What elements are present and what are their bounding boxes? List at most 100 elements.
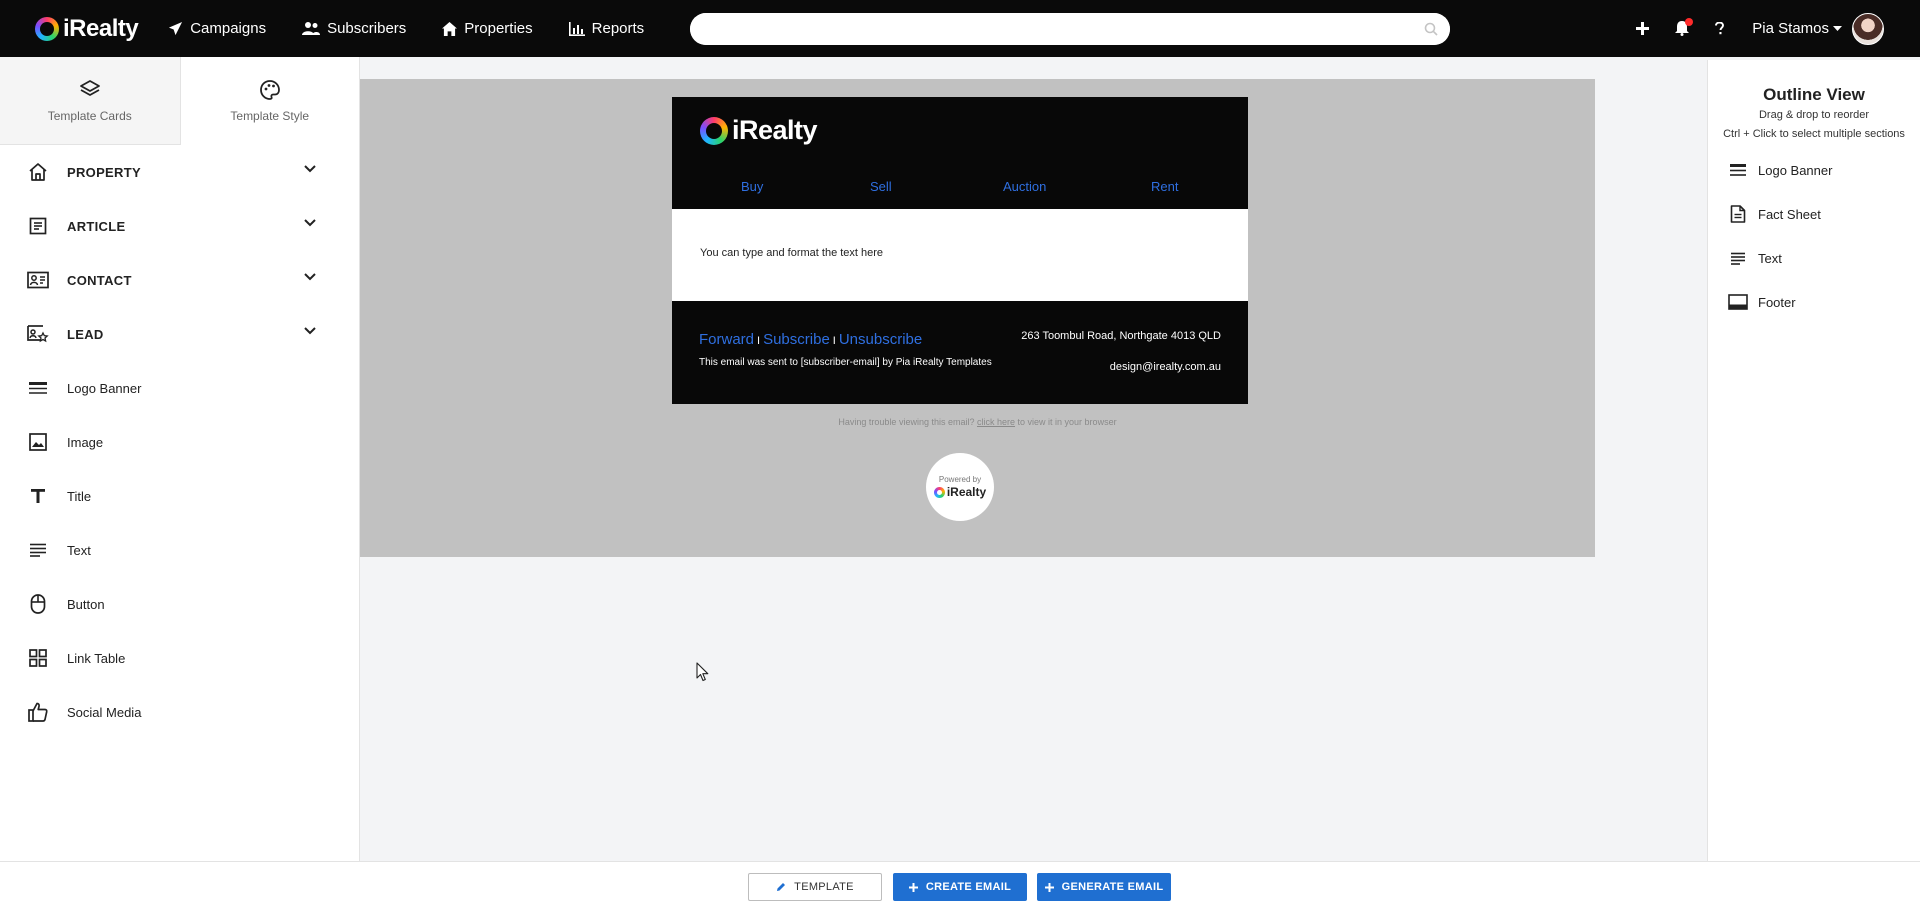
- create-email-button[interactable]: CREATE EMAIL: [893, 873, 1027, 901]
- card-group-contact[interactable]: CONTACT: [0, 253, 359, 307]
- card-label: Link Table: [67, 650, 126, 666]
- generate-email-button[interactable]: GENERATE EMAIL: [1037, 873, 1171, 901]
- card-label: Social Media: [67, 704, 142, 720]
- template-card-list: PROPERTY ARTICLE CONTACT LEAD Logo Banne…: [0, 145, 359, 739]
- logo-banner-icon: [1728, 163, 1748, 177]
- title-icon: [27, 485, 49, 507]
- outline-list: Logo Banner Fact Sheet Text Footer: [1708, 148, 1920, 324]
- card-label: Text: [67, 542, 91, 558]
- brand-ring-icon: [35, 16, 59, 41]
- main-nav: Campaigns Subscribers Properties Reports: [168, 20, 680, 37]
- notifications-button[interactable]: [1675, 18, 1694, 36]
- outline-item-footer[interactable]: Footer: [1708, 280, 1920, 324]
- footer-separator: I: [757, 335, 761, 347]
- chevron-down-icon[interactable]: [304, 327, 316, 335]
- chevron-down-icon[interactable]: [304, 165, 316, 173]
- template-button[interactable]: TEMPLATE: [748, 873, 882, 901]
- trouble-prefix: Having trouble viewing this email?: [838, 417, 975, 427]
- palette-icon: [259, 80, 280, 100]
- tab-template-cards[interactable]: Template Cards: [0, 57, 180, 145]
- email-footer-links: Forward I Subscribe I Unsubscribe: [699, 331, 922, 348]
- nav-campaigns[interactable]: Campaigns: [168, 20, 266, 37]
- search-input[interactable]: [690, 13, 1450, 45]
- image-icon: [27, 431, 49, 453]
- card-group-label: CONTACT: [67, 272, 132, 288]
- nav-subscribers-label: Subscribers: [327, 20, 407, 37]
- powered-by-label: Powered by: [938, 475, 982, 484]
- card-group-label: PROPERTY: [67, 164, 141, 180]
- outline-item-label: Text: [1758, 250, 1782, 266]
- card-text[interactable]: Text: [0, 523, 359, 577]
- footer-unsubscribe-link[interactable]: Unsubscribe: [839, 331, 922, 348]
- search-icon[interactable]: [1424, 22, 1438, 36]
- pencil-icon: [776, 882, 786, 892]
- thumbs-up-icon: [27, 701, 49, 723]
- mouse-icon: [27, 593, 49, 615]
- footer-subscribe-link[interactable]: Subscribe: [763, 331, 830, 348]
- card-group-property[interactable]: PROPERTY: [0, 145, 359, 199]
- card-button[interactable]: Button: [0, 577, 359, 631]
- powered-by-badge: Powered by iRealty: [926, 453, 994, 521]
- powered-by-logo: iRealty: [933, 485, 987, 499]
- card-link-table[interactable]: Link Table: [0, 631, 359, 685]
- trouble-suffix: to view it in your browser: [1017, 417, 1117, 427]
- article-icon: [27, 215, 49, 237]
- outline-item-logo-banner[interactable]: Logo Banner: [1708, 148, 1920, 192]
- top-right-controls: Pia Stamos: [1610, 0, 1920, 57]
- brand-logo[interactable]: iRealty: [35, 0, 139, 57]
- email-footer-section[interactable]: Forward I Subscribe I Unsubscribe This email…: [672, 301, 1248, 404]
- email-nav-auction[interactable]: Auction: [1003, 179, 1046, 194]
- powered-brand: iRealty: [946, 485, 987, 499]
- notification-dot: [1685, 18, 1694, 26]
- card-group-label: ARTICLE: [67, 218, 126, 234]
- email-nav-sell[interactable]: Sell: [870, 179, 892, 194]
- user-name-label: Pia Stamos: [1752, 20, 1829, 37]
- powered-ring-icon: [933, 486, 945, 498]
- outline-hint: Ctrl + Click to select multiple sections: [1723, 128, 1905, 140]
- tab-template-style[interactable]: Template Style: [179, 57, 359, 145]
- layers-icon: [79, 79, 100, 96]
- nav-subscribers[interactable]: Subscribers: [302, 20, 406, 37]
- nav-properties[interactable]: Properties: [442, 20, 533, 37]
- card-label: Logo Banner: [67, 380, 142, 396]
- nav-reports-label: Reports: [591, 20, 645, 37]
- email-nav-buy[interactable]: Buy: [741, 179, 763, 194]
- nav-campaigns-label: Campaigns: [190, 20, 267, 37]
- text-icon: [1728, 252, 1748, 265]
- email-text-section[interactable]: You can type and format the text here: [672, 209, 1248, 301]
- logo-banner-icon: [27, 377, 49, 399]
- card-group-lead[interactable]: LEAD: [0, 307, 359, 361]
- nav-reports[interactable]: Reports: [568, 20, 645, 37]
- footer-icon: [1728, 294, 1748, 310]
- add-button[interactable]: [1636, 22, 1650, 35]
- card-group-article[interactable]: ARTICLE: [0, 199, 359, 253]
- outline-item-label: Fact Sheet: [1758, 206, 1821, 222]
- help-button[interactable]: [1715, 22, 1725, 35]
- email-canvas[interactable]: iRealty Buy Sell Auction Rent You can ty…: [360, 79, 1595, 557]
- email-nav-rent[interactable]: Rent: [1151, 179, 1178, 194]
- plus-icon: [908, 882, 918, 892]
- chevron-down-icon[interactable]: [304, 219, 316, 227]
- card-image[interactable]: Image: [0, 415, 359, 469]
- card-logo-banner[interactable]: Logo Banner: [0, 361, 359, 415]
- view-in-browser-link[interactable]: click here: [977, 417, 1015, 427]
- card-title[interactable]: Title: [0, 469, 359, 523]
- user-menu[interactable]: Pia Stamos: [1752, 20, 1842, 37]
- contact-card-icon: [27, 269, 49, 291]
- document-icon: [1728, 205, 1748, 223]
- outline-item-fact-sheet[interactable]: Fact Sheet: [1708, 192, 1920, 236]
- tab-template-cards-label: Template Cards: [47, 108, 132, 123]
- mouse-pointer-icon: [696, 662, 709, 682]
- plus-icon: [1636, 22, 1650, 35]
- outline-item-text[interactable]: Text: [1708, 236, 1920, 280]
- chevron-down-icon[interactable]: [304, 273, 316, 281]
- paper-plane-icon: [169, 21, 183, 36]
- footer-address: 263 Toombul Road, Northgate 4013 QLD: [1021, 330, 1221, 342]
- grid-icon: [27, 647, 49, 669]
- avatar[interactable]: [1852, 12, 1884, 45]
- card-group-label: LEAD: [67, 326, 104, 342]
- footer-forward-link[interactable]: Forward: [699, 331, 754, 348]
- email-logo-banner-section[interactable]: iRealty Buy Sell Auction Rent: [672, 97, 1248, 209]
- email-body-text[interactable]: You can type and format the text here: [700, 247, 883, 259]
- card-social-media[interactable]: Social Media: [0, 685, 359, 739]
